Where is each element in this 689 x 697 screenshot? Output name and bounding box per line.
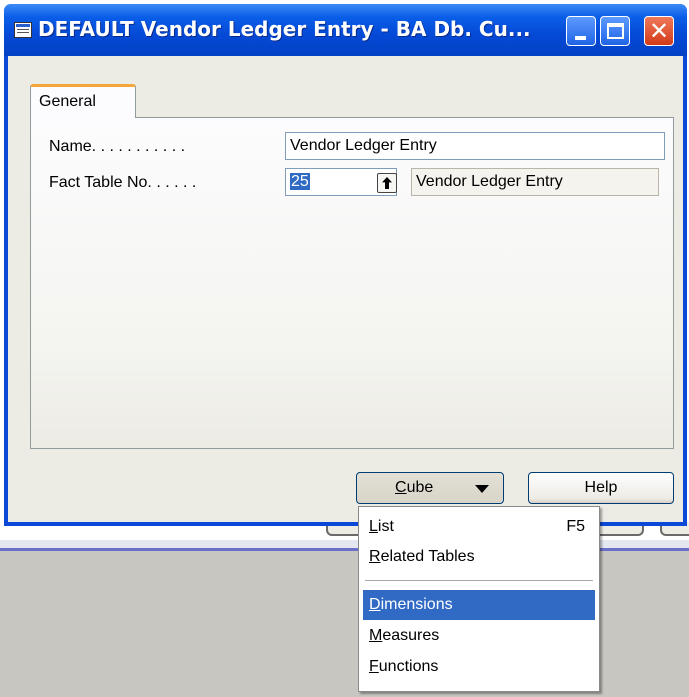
minimize-button[interactable] bbox=[566, 16, 596, 46]
help-label: Help bbox=[584, 479, 618, 496]
title-bar[interactable]: DEFAULT Vendor Ledger Entry - BA Db. Cu.… bbox=[4, 4, 687, 56]
fact-table-no-label: Fact Table No. . . . . . bbox=[49, 174, 197, 191]
menu-item-label: ist bbox=[377, 518, 394, 535]
fact-table-name-field: Vendor Ledger Entry bbox=[411, 168, 659, 196]
close-button[interactable]: ✕ bbox=[644, 16, 674, 46]
fact-table-name-value: Vendor Ledger Entry bbox=[416, 173, 563, 190]
minimize-icon bbox=[575, 36, 586, 40]
card-window: DEFAULT Vendor Ledger Entry - BA Db. Cu.… bbox=[4, 4, 687, 526]
cube-label: ube bbox=[406, 479, 434, 496]
menu-item-mnemonic: L bbox=[369, 518, 378, 535]
menu-item-label: elated Tables bbox=[380, 548, 475, 565]
cube-mnemonic: C bbox=[395, 479, 407, 496]
menu-item-label: imensions bbox=[380, 596, 453, 613]
menu-item-mnemonic: M bbox=[369, 627, 383, 644]
cube-menu-button[interactable]: Cube bbox=[356, 472, 504, 504]
menu-item-label: unctions bbox=[378, 658, 439, 675]
name-value: Vendor Ledger Entry bbox=[290, 137, 437, 154]
menu-item-mnemonic: R bbox=[369, 548, 381, 565]
menu-item-mnemonic: F bbox=[369, 658, 379, 675]
lookup-arrow-icon[interactable] bbox=[377, 173, 397, 193]
menu-item-list[interactable]: List F5 bbox=[363, 512, 595, 542]
name-field[interactable]: Vendor Ledger Entry bbox=[285, 132, 665, 160]
menu-item-label: easures bbox=[382, 627, 440, 644]
tab-general-label: General bbox=[39, 93, 96, 110]
chevron-down-icon bbox=[475, 485, 489, 493]
tab-panel-general: Name. . . . . . . . . . . Vendor Ledger … bbox=[30, 117, 674, 449]
maximize-button[interactable] bbox=[600, 16, 630, 46]
name-label: Name. . . . . . . . . . . bbox=[49, 138, 186, 155]
fact-table-no-value: 25 bbox=[290, 173, 310, 190]
menu-item-shortcut: F5 bbox=[566, 518, 585, 535]
menu-item-measures[interactable]: Measures bbox=[363, 621, 595, 651]
menu-item-dimensions[interactable]: Dimensions bbox=[363, 590, 595, 620]
window-title: DEFAULT Vendor Ledger Entry - BA Db. Cu.… bbox=[38, 17, 531, 41]
tab-general[interactable]: General bbox=[30, 84, 136, 118]
menu-item-related-tables[interactable]: Related Tables bbox=[363, 542, 595, 572]
help-button[interactable]: Help bbox=[528, 472, 674, 504]
maximize-icon bbox=[607, 23, 624, 39]
menu-separator bbox=[365, 580, 593, 582]
cube-dropdown-menu: List F5 Related Tables Dimensions Measur… bbox=[358, 506, 600, 692]
window-client-area: Name. . . . . . . . . . . Vendor Ledger … bbox=[8, 56, 683, 522]
form-icon bbox=[14, 22, 32, 38]
close-icon: ✕ bbox=[648, 17, 670, 45]
menu-item-functions[interactable]: Functions bbox=[363, 652, 595, 682]
menu-item-mnemonic: D bbox=[369, 596, 381, 613]
